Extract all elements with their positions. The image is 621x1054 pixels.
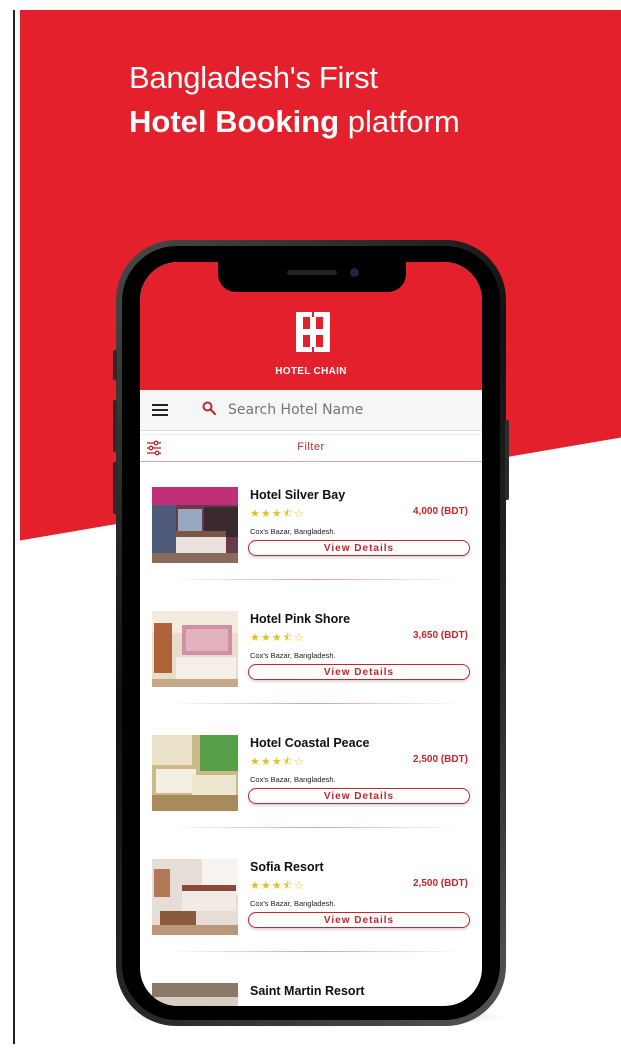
phone-power-button — [505, 420, 509, 500]
hotel-photo — [152, 611, 238, 687]
view-details-button[interactable]: View Details — [248, 912, 470, 928]
front-camera — [350, 268, 359, 277]
hotel-photo — [152, 983, 238, 1006]
headline-bold-text: Hotel Booking — [129, 104, 340, 139]
hotel-location: Cox's Bazar, Bangladesh. — [250, 651, 336, 660]
hotel-name: Saint Martin Resort — [250, 984, 365, 998]
view-details-button[interactable]: View Details — [248, 540, 470, 556]
card-divider — [170, 951, 460, 952]
headline-line-1: Bangladesh's First — [129, 60, 378, 95]
hotel-price: 2,500 (BDT) — [412, 878, 468, 889]
hotel-location: Cox's Bazar, Bangladesh. — [250, 775, 336, 784]
app-screen: HOTEL CHAIN Filter — [140, 262, 482, 1006]
promo-headline: Bangladesh's First Hotel Booking platfor… — [129, 60, 460, 142]
hotel-photo — [152, 859, 238, 935]
hamburger-menu-icon[interactable] — [152, 404, 168, 416]
headline-rest-text: platform — [339, 104, 460, 139]
search-icon — [202, 401, 216, 415]
filter-label: Filter — [297, 441, 325, 453]
star-rating: ★★★⯪☆ — [250, 632, 305, 644]
hotel-name: Hotel Coastal Peace — [250, 736, 370, 750]
star-rating: ★★★⯪☆ — [250, 756, 305, 768]
hotel-name: Hotel Silver Bay — [250, 488, 346, 502]
phone-volume-up — [113, 400, 117, 452]
search-input[interactable] — [228, 398, 468, 422]
card-divider — [170, 827, 460, 828]
hotel-photo — [152, 487, 238, 563]
hotel-price: 2,500 (BDT) — [412, 754, 468, 765]
hotel-name: Sofia Resort — [250, 860, 324, 874]
hotel-card[interactable]: Hotel Coastal Peace ★★★⯪☆ 2,500 (BDT) Co… — [140, 720, 482, 844]
card-divider — [170, 579, 460, 580]
hotel-price: 3,650 (BDT) — [412, 630, 468, 641]
hotel-card[interactable]: Saint Martin Resort — [140, 968, 482, 1006]
headline-line-2: Hotel Booking platform — [129, 102, 460, 142]
hotel-location: Cox's Bazar, Bangladesh. — [250, 899, 336, 908]
left-border-line — [13, 10, 15, 1044]
speaker-grille — [287, 270, 337, 275]
hotel-location: Cox's Bazar, Bangladesh. — [250, 527, 336, 536]
hotel-card[interactable]: Hotel Silver Bay ★★★⯪☆ 4,000 (BDT) Cox's… — [140, 472, 482, 596]
hotel-price: 4,000 (BDT) — [412, 506, 468, 517]
hotel-photo — [152, 735, 238, 811]
phone-volume-down — [113, 462, 117, 514]
phone-mute-switch — [113, 350, 117, 380]
search-bar — [140, 390, 482, 431]
hotel-chain-logo-icon — [296, 312, 330, 352]
hotel-name: Hotel Pink Shore — [250, 612, 351, 626]
hotel-card[interactable]: Sofia Resort ★★★⯪☆ 2,500 (BDT) Cox's Baz… — [140, 844, 482, 968]
star-rating: ★★★⯪☆ — [250, 880, 305, 892]
brand-name: HOTEL CHAIN — [275, 366, 347, 377]
card-divider — [170, 703, 460, 704]
phone-notch — [218, 262, 406, 292]
star-rating: ★★★⯪☆ — [250, 508, 305, 520]
view-details-button[interactable]: View Details — [248, 788, 470, 804]
filter-bar[interactable]: Filter — [140, 434, 482, 462]
view-details-button[interactable]: View Details — [248, 664, 470, 680]
phone-mockup: HOTEL CHAIN Filter — [113, 240, 509, 1026]
hotel-card[interactable]: Hotel Pink Shore ★★★⯪☆ 3,650 (BDT) Cox's… — [140, 596, 482, 720]
